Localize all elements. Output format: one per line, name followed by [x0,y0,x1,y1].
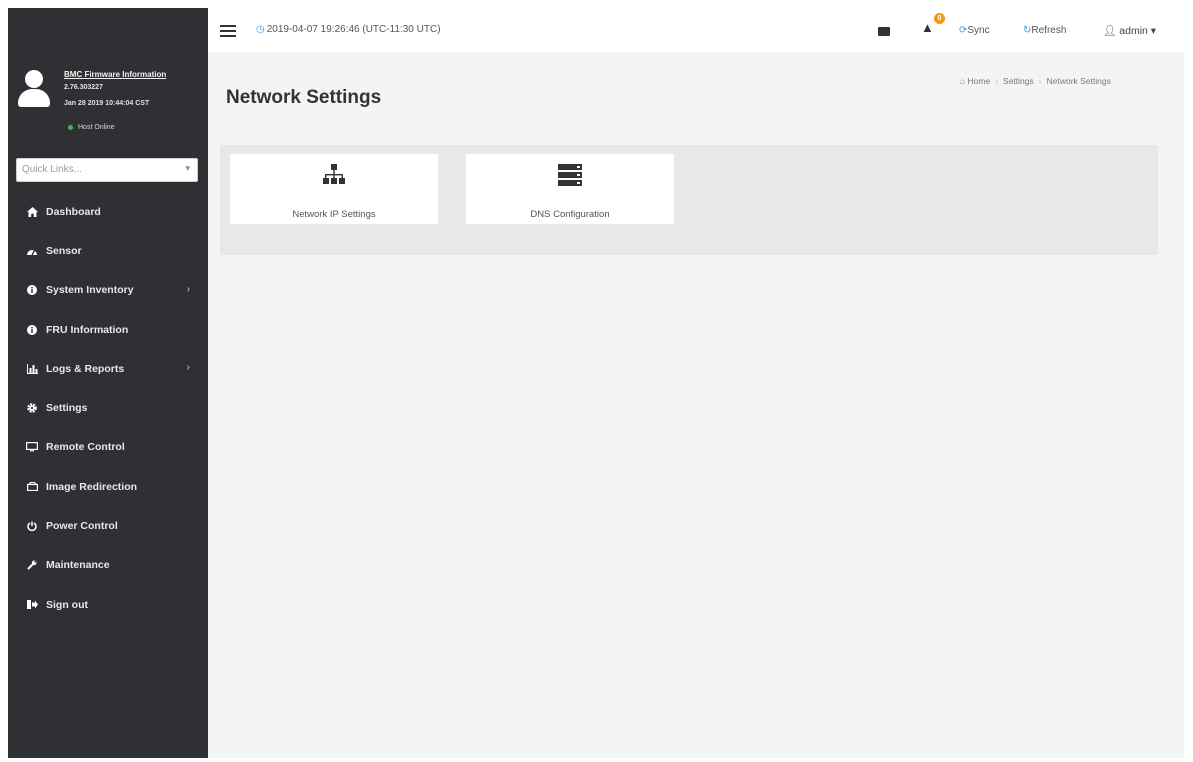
sidebar-item-dashboard[interactable]: Dashboard [8,192,208,231]
firmware-info-link[interactable]: BMC Firmware Information [64,70,166,79]
sidebar-item-image-redirection[interactable]: Image Redirection [8,467,208,506]
gear-icon [24,402,40,414]
host-status: Host Online [68,124,115,131]
alert-warning-icon[interactable]: ▲ [921,20,934,35]
sidebar: BMC Firmware Information 2.76.303227 Jan… [8,8,208,758]
page-title: Network Settings [226,87,382,108]
user-avatar-icon [18,70,50,108]
wrench-icon [24,559,40,571]
user-icon: 👤︎ [1103,25,1117,37]
sidebar-item-label: Image Redirection [46,480,138,493]
chevron-right-icon: › [186,362,190,374]
sync-button[interactable]: ⟳Sync [959,25,990,36]
sensor-icon [24,245,40,257]
chevron-down-icon: ▾ [1150,25,1157,37]
top-bar: ◷ 2019-04-07 19:26:46 (UTC-11:30 UTC) ▲ 0… [208,8,1184,52]
sidebar-item-label: Logs & Reports [46,362,125,375]
sidebar-item-system-inventory[interactable]: System Inventory › [8,271,208,310]
sidebar-item-fru-information[interactable]: FRU Information [8,310,208,349]
tile-label: Network IP Settings [292,209,376,220]
disc-icon [24,481,40,493]
sync-label: Sync [967,25,990,36]
firmware-info: BMC Firmware Information 2.76.303227 Jan… [8,58,208,148]
sign-out-icon [24,599,40,611]
sidebar-item-label: FRU Information [46,323,129,336]
sidebar-item-label: Settings [46,402,88,415]
breadcrumb-settings-link[interactable]: Settings [1003,76,1034,86]
messages-envelope-icon[interactable] [878,27,890,36]
clock-icon: ◷ [256,24,265,35]
chevron-down-icon: ▾ [185,163,190,173]
menu-toggle-icon[interactable] [220,25,236,37]
sidebar-item-label: Sign out [46,598,88,611]
network-icon [323,164,345,191]
sidebar-item-sensor[interactable]: Sensor [8,231,208,270]
monitor-icon [24,441,40,453]
sidebar-item-power-control[interactable]: Power Control [8,506,208,545]
refresh-button[interactable]: ↻Refresh [1023,25,1066,36]
datetime-value: 2019-04-07 19:26:46 (UTC-11:30 UTC) [266,24,441,35]
firmware-version: 2.76.303227 [64,84,103,91]
refresh-label: Refresh [1031,25,1067,36]
app-window: BMC Firmware Information 2.76.303227 Jan… [8,8,1184,758]
sidebar-item-remote-control[interactable]: Remote Control [8,428,208,467]
home-icon: ⌂ [960,76,966,86]
sidebar-item-label: Sensor [46,244,82,257]
sidebar-item-label: Dashboard [46,205,101,218]
dns-configuration-tile[interactable]: DNS Configuration [466,154,674,224]
info-icon [24,284,40,296]
status-dot-icon [68,124,73,130]
settings-tiles-panel: Network IP Settings DNS Configuration [220,145,1158,255]
breadcrumb-separator: › [995,76,999,86]
notification-count-badge: 0 [934,13,945,24]
sidebar-item-label: System Inventory [46,284,134,297]
sidebar-nav: Dashboard Sensor System Inventory › FRU [8,192,208,624]
breadcrumb-current: Network Settings [1046,76,1111,86]
sidebar-item-label: Remote Control [46,441,125,454]
dashboard-icon [24,206,40,218]
sidebar-item-maintenance[interactable]: Maintenance [8,546,208,585]
sidebar-item-label: Power Control [46,520,118,533]
quick-links-select[interactable]: Quick Links... ▾ [16,158,198,182]
tile-label: DNS Configuration [530,209,610,220]
power-icon [24,520,40,532]
sidebar-item-sign-out[interactable]: Sign out [8,585,208,624]
chevron-right-icon: › [186,283,190,295]
server-icon [558,164,582,191]
host-status-label: Host Online [78,124,115,131]
breadcrumb-separator: › [1038,76,1042,86]
sidebar-item-settings[interactable]: Settings [8,388,208,427]
user-name: admin [1119,25,1148,37]
breadcrumb-home-link[interactable]: Home [968,76,991,86]
sidebar-item-logs-reports[interactable]: Logs & Reports › [8,349,208,388]
breadcrumb: ⌂ Home › Settings › Network Settings [960,76,1111,86]
server-datetime: ◷ 2019-04-07 19:26:46 (UTC-11:30 UTC) [256,24,441,35]
network-ip-settings-tile[interactable]: Network IP Settings [230,154,438,224]
sidebar-item-label: Maintenance [46,559,110,572]
user-menu[interactable]: 👤︎ admin ▾ [1103,24,1156,37]
firmware-build-date: Jan 28 2019 10:44:04 CST [64,100,150,107]
bar-chart-icon [24,363,40,375]
quick-links-placeholder: Quick Links... [22,164,83,175]
info-icon [24,324,40,336]
